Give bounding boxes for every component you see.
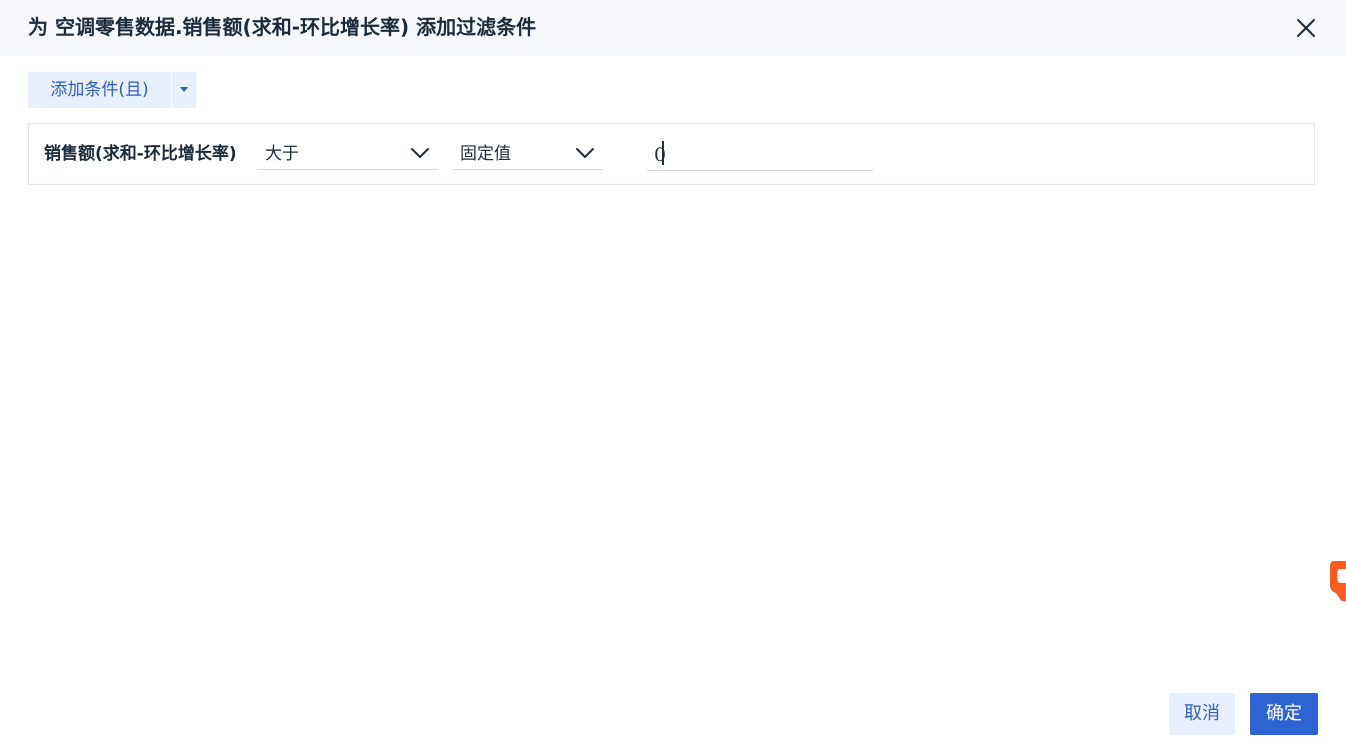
condition-field-label: 销售额(求和-环比增长率) bbox=[44, 144, 237, 164]
dialog-header: 为 空调零售数据.销售额(求和-环比增长率) 添加过滤条件 bbox=[0, 0, 1346, 56]
condition-row: 销售额(求和-环比增长率) 大于 固定值 bbox=[28, 123, 1315, 185]
dialog-title: 为 空调零售数据.销售额(求和-环比增长率) 添加过滤条件 bbox=[28, 15, 537, 39]
chevron-down-icon bbox=[576, 148, 594, 158]
add-condition-dropdown-button[interactable] bbox=[172, 72, 196, 108]
cancel-button[interactable]: 取消 bbox=[1169, 693, 1235, 735]
add-condition-split-button: 添加条件(且) bbox=[28, 72, 196, 108]
operator-select-value: 大于 bbox=[265, 144, 299, 164]
value-type-select-value: 固定值 bbox=[460, 144, 511, 164]
operator-select[interactable]: 大于 bbox=[257, 140, 438, 170]
widget-icon bbox=[1330, 561, 1346, 602]
add-condition-button[interactable]: 添加条件(且) bbox=[28, 72, 171, 108]
value-input[interactable] bbox=[647, 140, 873, 171]
filter-dialog: 为 空调零售数据.销售额(求和-环比增长率) 添加过滤条件 添加条件(且) 销售… bbox=[0, 0, 1346, 744]
caret-down-icon bbox=[180, 87, 188, 92]
floating-side-widget[interactable] bbox=[1328, 559, 1346, 603]
close-button[interactable] bbox=[1294, 16, 1318, 40]
close-icon bbox=[1297, 19, 1315, 37]
value-type-select[interactable]: 固定值 bbox=[452, 140, 603, 170]
chevron-down-icon bbox=[411, 148, 429, 158]
text-cursor bbox=[662, 141, 664, 165]
confirm-button[interactable]: 确定 bbox=[1250, 693, 1318, 735]
